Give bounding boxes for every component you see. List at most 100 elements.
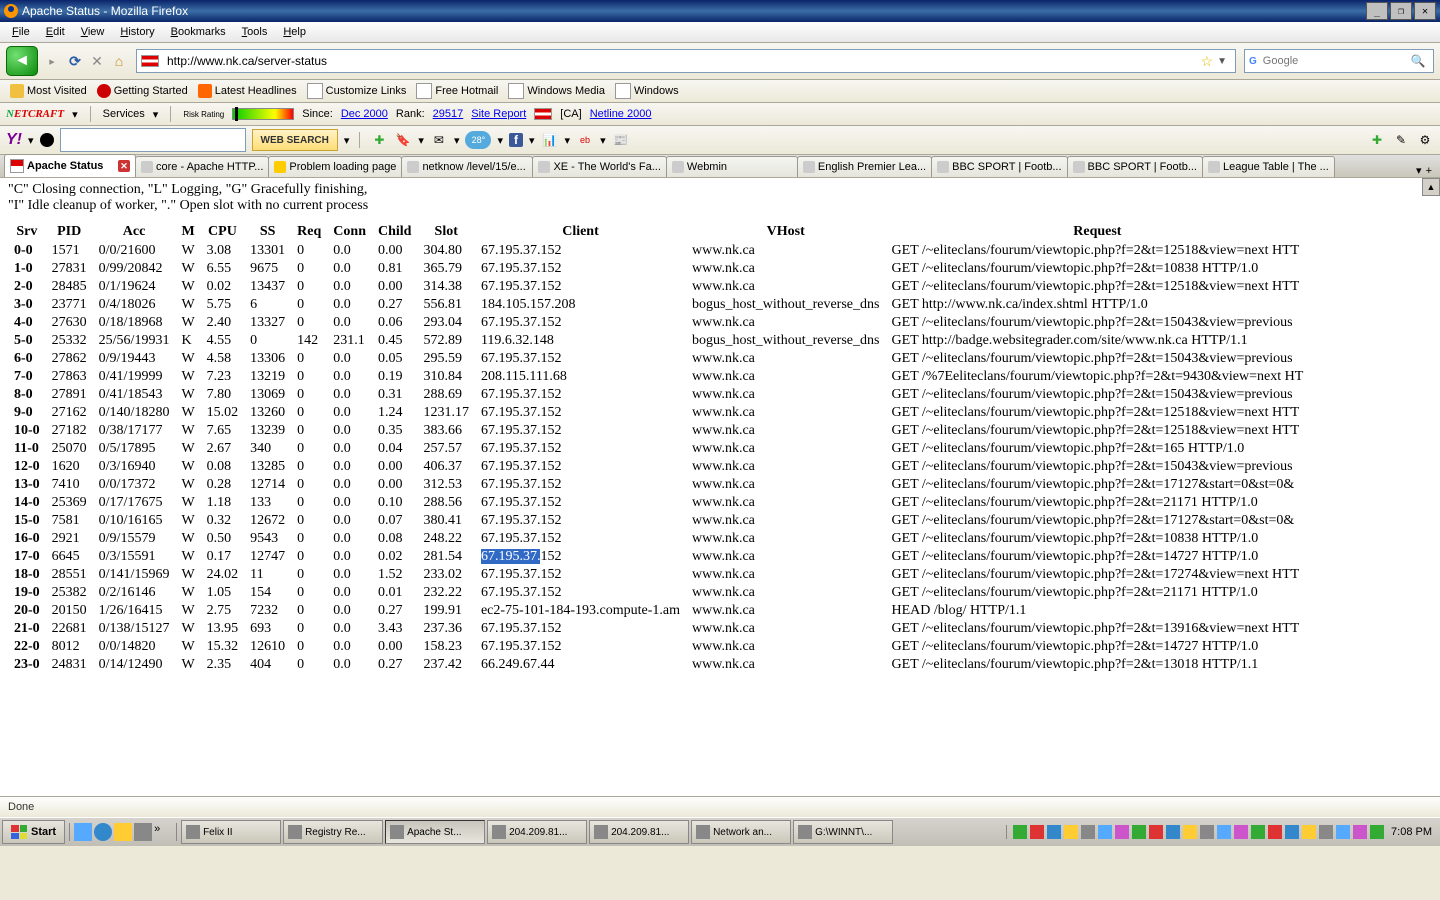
bookmark-item[interactable]: Most Visited <box>6 84 91 98</box>
ql-ie-icon[interactable] <box>94 823 112 841</box>
search-box[interactable]: G 🔍 <box>1244 49 1434 73</box>
back-button[interactable]: ◄ <box>6 46 38 76</box>
browser-tab[interactable]: English Premier Lea... <box>797 156 932 177</box>
tray-icon[interactable] <box>1285 825 1299 839</box>
tray-icon[interactable] <box>1030 825 1044 839</box>
yahoo-plus-icon[interactable]: ✚ <box>1368 131 1386 149</box>
stop-button[interactable]: ✕ <box>88 52 106 70</box>
tray-icon[interactable] <box>1166 825 1180 839</box>
browser-tab[interactable]: Webmin <box>666 156 798 177</box>
taskbar-button[interactable]: 204.209.81... <box>487 820 587 844</box>
bookmark-item[interactable]: Windows <box>611 83 683 99</box>
restore-button[interactable]: ❐ <box>1390 2 1412 20</box>
browser-tab[interactable]: League Table | The ... <box>1202 156 1335 177</box>
tray-icon[interactable] <box>1183 825 1197 839</box>
bookmark-item[interactable]: Windows Media <box>504 83 609 99</box>
tray-icon[interactable] <box>1200 825 1214 839</box>
yahoo-mail-icon[interactable]: ✉ <box>430 131 448 149</box>
tab-list-icon[interactable]: ▾ <box>1416 164 1422 177</box>
menu-file[interactable]: File <box>4 26 38 38</box>
bookmark-item[interactable]: Customize Links <box>303 83 411 99</box>
browser-tab[interactable]: Problem loading page <box>268 156 402 177</box>
bookmark-item[interactable]: Latest Headlines <box>194 84 301 98</box>
yahoo-weather-icon[interactable]: 28° <box>465 131 491 149</box>
table-cell: GET /~eliteclans/fourum/viewtopic.php?f=… <box>885 404 1309 422</box>
forward-button[interactable]: ▸ <box>42 51 62 71</box>
tray-icon[interactable] <box>1115 825 1129 839</box>
close-button[interactable]: ✕ <box>1414 2 1436 20</box>
menu-tools[interactable]: Tools <box>234 26 276 38</box>
taskbar-button[interactable]: Registry Re... <box>283 820 383 844</box>
browser-tab[interactable]: Apache Status✕ <box>4 154 136 177</box>
taskbar-button[interactable]: G:\WINNT\... <box>793 820 893 844</box>
yahoo-bookmark-icon[interactable]: 🔖 <box>394 131 412 149</box>
url-box[interactable]: ☆ ▼ <box>136 49 1236 73</box>
tray-icon[interactable] <box>1098 825 1112 839</box>
yahoo-finance-icon[interactable]: 📊 <box>541 131 559 149</box>
menu-help[interactable]: Help <box>275 26 314 38</box>
menu-history[interactable]: History <box>112 26 162 38</box>
search-go-icon[interactable]: 🔍 <box>1407 54 1430 68</box>
tray-icon[interactable] <box>1149 825 1163 839</box>
new-tab-icon[interactable]: + <box>1426 165 1432 177</box>
tray-icon[interactable] <box>1336 825 1350 839</box>
tray-icon[interactable] <box>1234 825 1248 839</box>
taskbar-button[interactable]: 204.209.81... <box>589 820 689 844</box>
reload-button[interactable]: ⟳ <box>66 52 84 70</box>
url-input[interactable] <box>165 53 1201 69</box>
yahoo-news-icon[interactable]: 📰 <box>612 131 630 149</box>
taskbar-button[interactable]: Felix II <box>181 820 281 844</box>
ql-desktop-icon[interactable] <box>74 823 92 841</box>
bookmark-item[interactable]: Free Hotmail <box>412 83 502 99</box>
bookmark-item[interactable]: Getting Started <box>93 84 192 98</box>
tray-icon[interactable] <box>1370 825 1384 839</box>
tray-icon[interactable] <box>1251 825 1265 839</box>
tab-close-icon[interactable]: ✕ <box>118 160 130 172</box>
yahoo-pencil-icon[interactable]: ✎ <box>1392 131 1410 149</box>
tray-icon[interactable] <box>1319 825 1333 839</box>
scroll-up-button[interactable]: ▲ <box>1422 178 1440 196</box>
yahoo-websearch-button[interactable]: WEB SEARCH <box>252 129 338 151</box>
tray-icon[interactable] <box>1132 825 1146 839</box>
tray-icon[interactable] <box>1013 825 1027 839</box>
tray-icon[interactable] <box>1353 825 1367 839</box>
menu-view[interactable]: View <box>73 26 113 38</box>
netcraft-sitereport-link[interactable]: Site Report <box>471 108 526 120</box>
browser-tab[interactable]: BBC SPORT | Footb... <box>1067 156 1203 177</box>
yahoo-facebook-icon[interactable]: f <box>509 133 523 147</box>
table-cell: 28485 <box>46 278 93 296</box>
netcraft-rank-link[interactable]: 29517 <box>433 108 464 120</box>
ql-more-icon[interactable]: » <box>154 823 172 841</box>
tray-icon[interactable] <box>1217 825 1231 839</box>
netcraft-since-link[interactable]: Dec 2000 <box>341 108 388 120</box>
browser-tab[interactable]: BBC SPORT | Footb... <box>931 156 1067 177</box>
yahoo-gear-icon[interactable]: ⚙ <box>1416 131 1434 149</box>
tray-icon[interactable] <box>1081 825 1095 839</box>
netcraft-services[interactable]: Services <box>103 108 145 120</box>
tray-icon[interactable] <box>1047 825 1061 839</box>
bookmark-star-icon[interactable]: ☆ <box>1201 53 1214 70</box>
search-input[interactable] <box>1261 54 1407 68</box>
page-icon <box>615 83 631 99</box>
url-dropdown-icon[interactable]: ▼ <box>1213 56 1231 67</box>
ql-outlook-icon[interactable] <box>114 823 132 841</box>
tray-icon[interactable] <box>1064 825 1078 839</box>
taskbar-button[interactable]: Apache St... <box>385 820 485 844</box>
start-button[interactable]: Start <box>2 820 65 844</box>
browser-tab[interactable]: core - Apache HTTP... <box>135 156 269 177</box>
browser-tab[interactable]: netknow /level/15/e... <box>401 156 533 177</box>
yahoo-add-icon[interactable]: ✚ <box>370 131 388 149</box>
netcraft-dropdown-icon[interactable]: ▾ <box>72 108 78 121</box>
ql-app-icon[interactable] <box>134 823 152 841</box>
tray-icon[interactable] <box>1302 825 1316 839</box>
browser-tab[interactable]: XE - The World's Fa... <box>532 156 666 177</box>
yahoo-search-input[interactable] <box>60 128 246 152</box>
yahoo-ebay-icon[interactable]: eb <box>576 131 594 149</box>
taskbar-button[interactable]: Network an... <box>691 820 791 844</box>
menu-edit[interactable]: Edit <box>38 26 73 38</box>
netcraft-host-link[interactable]: Netline 2000 <box>590 108 652 120</box>
home-button[interactable]: ⌂ <box>110 52 128 70</box>
tray-icon[interactable] <box>1268 825 1282 839</box>
minimize-button[interactable]: _ <box>1366 2 1388 20</box>
menu-bookmarks[interactable]: Bookmarks <box>163 26 234 38</box>
